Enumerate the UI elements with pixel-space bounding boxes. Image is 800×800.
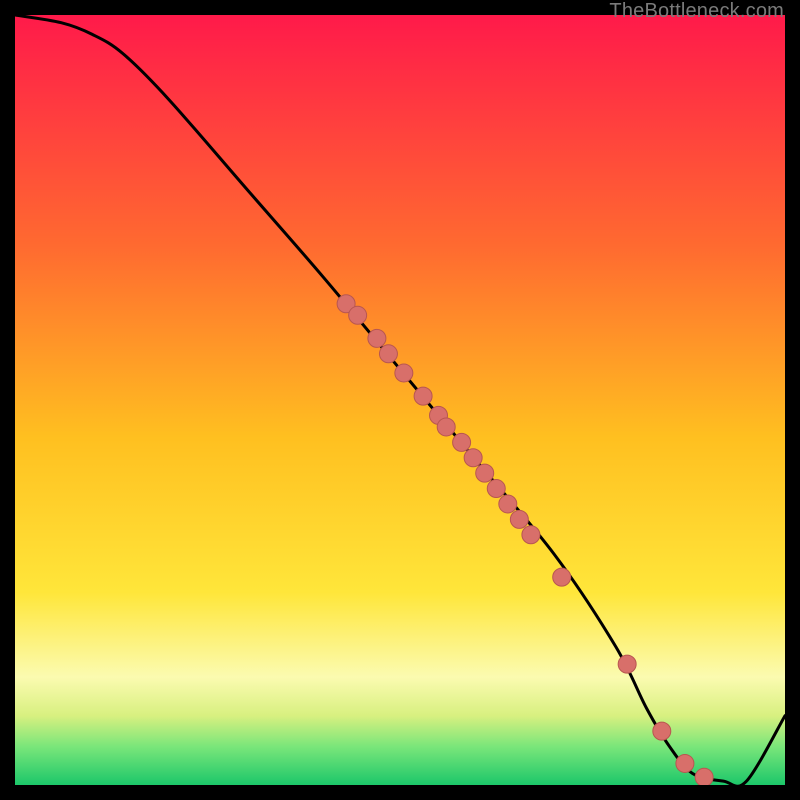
gradient-background [15, 15, 785, 785]
plot-area [15, 15, 785, 785]
watermark-label: TheBottleneck.com [609, 0, 784, 23]
chart-container: TheBottleneck.com [0, 0, 800, 800]
